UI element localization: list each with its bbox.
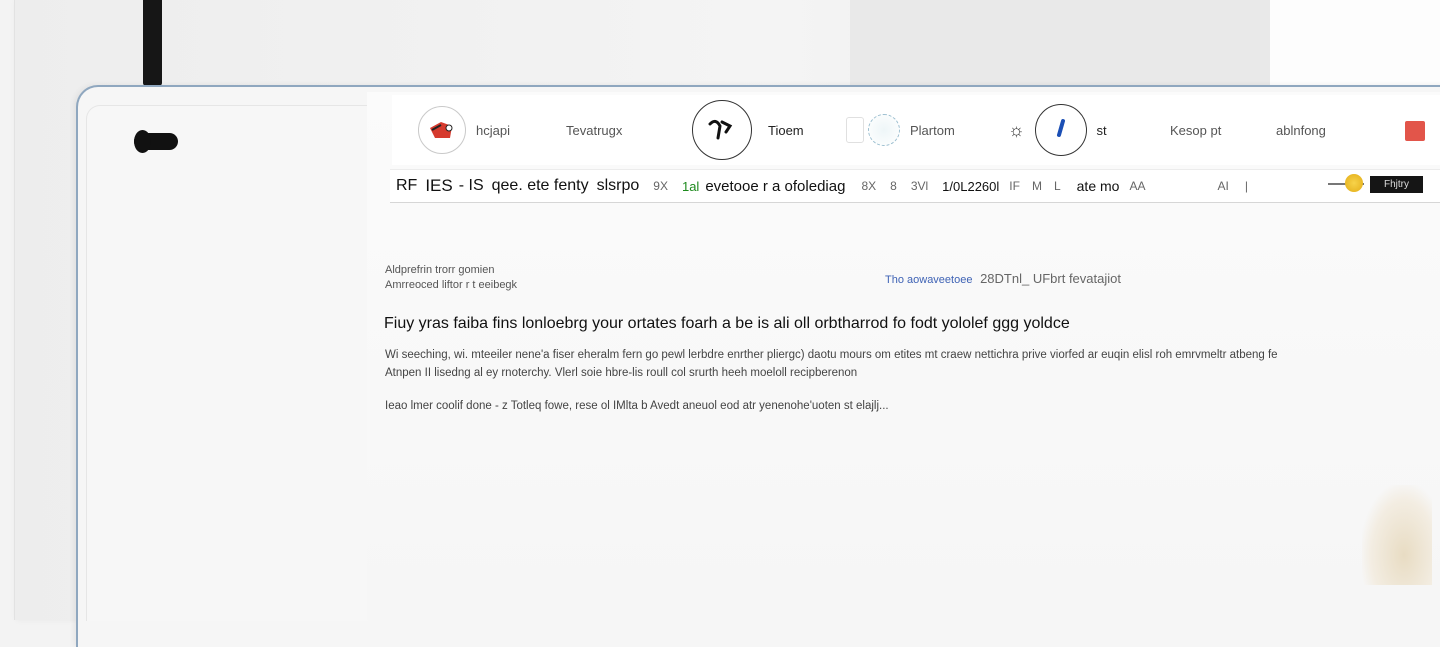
tool-icon (418, 106, 466, 154)
article-paragraph: Wi seeching, wi. mteeiler nene'a fiser e… (385, 346, 1385, 382)
meta-link[interactable]: Tho aowaveetoee (885, 274, 972, 286)
nav-label: st (1096, 122, 1107, 138)
tab-text[interactable]: M (1032, 179, 1042, 193)
tab-text[interactable]: AI (1217, 179, 1228, 193)
nav-item-1[interactable]: hcjapi (418, 95, 510, 165)
article-paragraph: Ieao lmer coolif done - z Totleq fowe, r… (385, 400, 889, 412)
paragraph-line: Atnpen II lisedng al ey rnoterchy. Vlerl… (385, 367, 858, 379)
nav-label: Plartom (910, 122, 955, 138)
tab-text[interactable]: ate mo (1077, 178, 1120, 194)
meta-line: Aldprefrin trorr gomien (385, 264, 495, 276)
cable (143, 0, 162, 86)
nav-item-5[interactable]: ☼ st (1008, 95, 1107, 165)
tab-text[interactable]: RF (396, 177, 417, 195)
tab-text[interactable]: 8 (890, 179, 897, 193)
meta-line: Amrreoced liftor r t eeibegk (385, 279, 518, 291)
tab-text[interactable]: | (1245, 179, 1248, 193)
tab-text[interactable]: AA (1129, 179, 1145, 193)
tab-text[interactable]: 1/0L2260l (942, 179, 999, 194)
nav-item-2[interactable]: Tevatrugx (566, 95, 622, 165)
decorative-object (1362, 485, 1432, 585)
camera-icon (134, 130, 178, 153)
background-corner (1270, 0, 1440, 90)
article-headline: Fiuy yras faiba fins lonloebrg your orta… (384, 315, 1070, 332)
nav-label: Tevatrugx (566, 122, 623, 138)
nav-label: Kesop pt (1170, 122, 1222, 138)
tab-text[interactable]: 1al (682, 179, 699, 194)
tab-text[interactable]: IES (425, 176, 452, 196)
meta-left: Aldprefrin trorr gomien Amrreoced liftor… (385, 263, 517, 293)
paragraph-line: Wi seeching, wi. mteeiler nene'a fiser e… (385, 349, 1278, 361)
sun-sketch-icon: ☼ (1008, 119, 1025, 140)
tab-text[interactable]: L (1054, 179, 1061, 193)
paper-backdrop-shade (850, 0, 1270, 90)
meta-text: 28DTnl_ UFbrt fevatajiot (980, 271, 1121, 286)
tab-text[interactable]: - IS (459, 177, 484, 195)
tab-text[interactable]: qee. ete fenty (492, 177, 589, 195)
brush-icon (1034, 104, 1087, 156)
nav-item-3[interactable]: Tioem (692, 95, 804, 165)
close-icon[interactable] (1405, 121, 1425, 141)
tab-text[interactable]: evetooe r a ofolediag (705, 178, 845, 195)
nav-item-7[interactable]: ablnfong (1276, 95, 1326, 165)
nav-label: Tioem (768, 122, 804, 138)
pen-icon (692, 100, 752, 160)
nav-item-4[interactable]: Plartom (846, 95, 955, 165)
tab-text[interactable]: 8X (861, 179, 876, 193)
tab-text[interactable]: 9X (653, 179, 668, 193)
grid-globe-icon (846, 114, 900, 146)
account-chip[interactable]: Fhjtry (1370, 176, 1423, 193)
meta-right: Tho aowaveetoee 28DTnl_ UFbrt fevatajiot (885, 271, 1121, 286)
nav-label: hcjapi (476, 122, 510, 138)
tablet-bezel (86, 105, 368, 621)
tab-text[interactable]: IF (1009, 179, 1020, 193)
tab-text[interactable]: 3Vl (911, 179, 928, 193)
nav-label: ablnfong (1276, 122, 1326, 138)
status-dot-icon (1345, 174, 1363, 192)
nav-item-6[interactable]: Kesop pt (1170, 95, 1221, 165)
tab-text[interactable]: slsrpo (597, 177, 640, 195)
tab-bar: RF IES - IS qee. ete fenty slsrpo 9X 1al… (390, 169, 1440, 203)
